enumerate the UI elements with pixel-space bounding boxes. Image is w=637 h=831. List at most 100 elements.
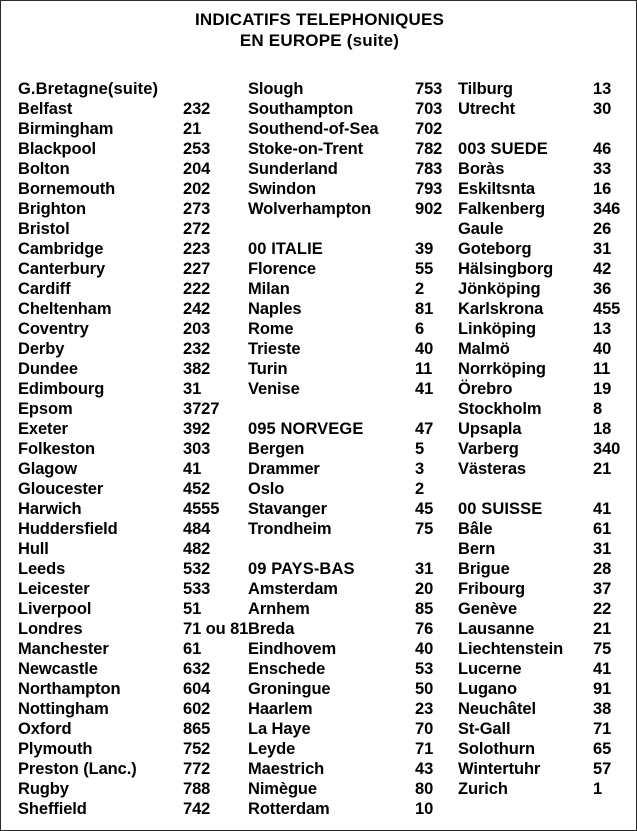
city-code-row: Stoke-on-Trent 782 — [248, 139, 448, 159]
city-code-row: Manchester 61 — [18, 639, 236, 659]
city-code: 242 — [183, 300, 211, 318]
city-code-row: Genève 22 — [458, 599, 636, 619]
city-name: Linköping — [458, 320, 536, 338]
city-code: 2 — [415, 280, 425, 298]
city-code: 455 — [593, 300, 621, 318]
city-code: 22 — [593, 600, 612, 618]
city-name: Goteborg — [458, 240, 532, 258]
city-code-row: Rotterdam 10 — [248, 799, 448, 819]
city-code: 484 — [183, 520, 211, 538]
city-name: Groningue — [248, 680, 331, 698]
city-name: Sheffield — [18, 800, 87, 818]
city-code: 1 — [593, 780, 603, 798]
city-code: 31 — [183, 380, 202, 398]
city-code-row: Fribourg 37 — [458, 579, 636, 599]
city-name: Bornemouth — [18, 180, 116, 198]
city-code: 13 — [593, 320, 612, 338]
city-code-row: Bergen 5 — [248, 439, 448, 459]
city-code: 70 — [415, 720, 434, 738]
city-name: Hälsingborg — [458, 260, 554, 278]
city-name: Bolton — [18, 160, 70, 178]
city-code: 11 — [593, 360, 611, 378]
city-code: 40 — [415, 640, 434, 658]
city-code: 65 — [593, 740, 612, 758]
city-code: 33 — [593, 160, 612, 178]
city-code-row: Utrecht 30 — [458, 99, 636, 119]
city-code: 11 — [415, 360, 433, 378]
city-name: Stoke-on-Trent — [248, 140, 364, 158]
city-name: Plymouth — [18, 740, 93, 758]
city-name: Varberg — [458, 440, 519, 458]
city-name: Lausanne — [458, 620, 535, 638]
city-code: 13 — [593, 80, 612, 98]
city-name: Cardiff — [18, 280, 71, 298]
city-code: 346 — [593, 200, 621, 218]
city-code-row: Glagow 41 — [18, 459, 236, 479]
city-code: 532 — [183, 560, 211, 578]
row-spacer — [248, 399, 448, 419]
city-code-row: Plymouth 752 — [18, 739, 236, 759]
city-code: 702 — [415, 120, 443, 138]
city-code-row: Derby 232 — [18, 339, 236, 359]
city-code-row: Cambridge 223 — [18, 239, 236, 259]
city-code-row: Varberg 340 — [458, 439, 636, 459]
city-code-row: Hull 482 — [18, 539, 236, 559]
city-name: Drammer — [248, 460, 320, 478]
city-code: 18 — [593, 420, 612, 438]
city-code: 4555 — [183, 500, 220, 518]
city-code: 742 — [183, 800, 211, 818]
city-name: St-Gall — [458, 720, 511, 738]
city-code: 21 — [183, 120, 202, 138]
city-code-row: St-Gall 71 — [458, 719, 636, 739]
city-code: 45 — [415, 500, 434, 518]
city-code-row: Brigue 28 — [458, 559, 636, 579]
city-code: 788 — [183, 780, 211, 798]
city-code: 57 — [593, 760, 612, 778]
city-name: Brighton — [18, 200, 86, 218]
city-code-row: Upsapla 18 — [458, 419, 636, 439]
city-code-row: Tilburg 13 — [458, 79, 636, 99]
city-name: Haarlem — [248, 700, 313, 718]
city-code-row: Turin 11 — [248, 359, 448, 379]
city-code: 16 — [593, 180, 612, 198]
city-name: Birmingham — [18, 120, 114, 138]
city-code-row: Wintertuhr 57 — [458, 759, 636, 779]
city-code: 902 — [415, 200, 443, 218]
city-name: Nottingham — [18, 700, 109, 718]
city-code: 6 — [415, 320, 425, 338]
city-code-row: Örebro 19 — [458, 379, 636, 399]
city-name: Genève — [458, 600, 518, 618]
country-heading-row: 095 NORVEGE 47 — [248, 419, 448, 439]
city-name: Edimbourg — [18, 380, 105, 398]
country-name: 09 PAYS-BAS — [248, 560, 355, 578]
city-code: 452 — [183, 480, 211, 498]
city-code: 865 — [183, 720, 211, 738]
city-name: Huddersfield — [18, 520, 118, 538]
city-code: 203 — [183, 320, 211, 338]
city-name: Trieste — [248, 340, 301, 358]
city-name: Florence — [248, 260, 316, 278]
city-code-row: Amsterdam 20 — [248, 579, 448, 599]
city-name: Enschede — [248, 660, 326, 678]
city-name: Zurich — [458, 780, 508, 798]
city-name: Falkenberg — [458, 200, 546, 218]
city-code: 41 — [183, 460, 202, 478]
city-name: Newcastle — [18, 660, 98, 678]
city-code-row: Breda 76 — [248, 619, 448, 639]
city-code: 75 — [593, 640, 612, 658]
city-name: Leeds — [18, 560, 66, 578]
city-code: 783 — [415, 160, 443, 178]
city-code: 793 — [415, 180, 443, 198]
city-code-row: Canterbury 227 — [18, 259, 236, 279]
city-code: 604 — [183, 680, 211, 698]
city-code: 76 — [415, 620, 434, 638]
city-name: Preston (Lanc.) — [18, 760, 137, 778]
city-name: Glagow — [18, 460, 77, 478]
city-code: 71 — [593, 720, 612, 738]
city-name: Neuchâtel — [458, 700, 536, 718]
city-code-row: Goteborg 31 — [458, 239, 636, 259]
city-code-row: Southend-of-Sea 702 — [248, 119, 448, 139]
city-code-row: Londres 71 ou 81 — [18, 619, 248, 639]
country-code: 47 — [415, 420, 434, 438]
city-code: 227 — [183, 260, 211, 278]
